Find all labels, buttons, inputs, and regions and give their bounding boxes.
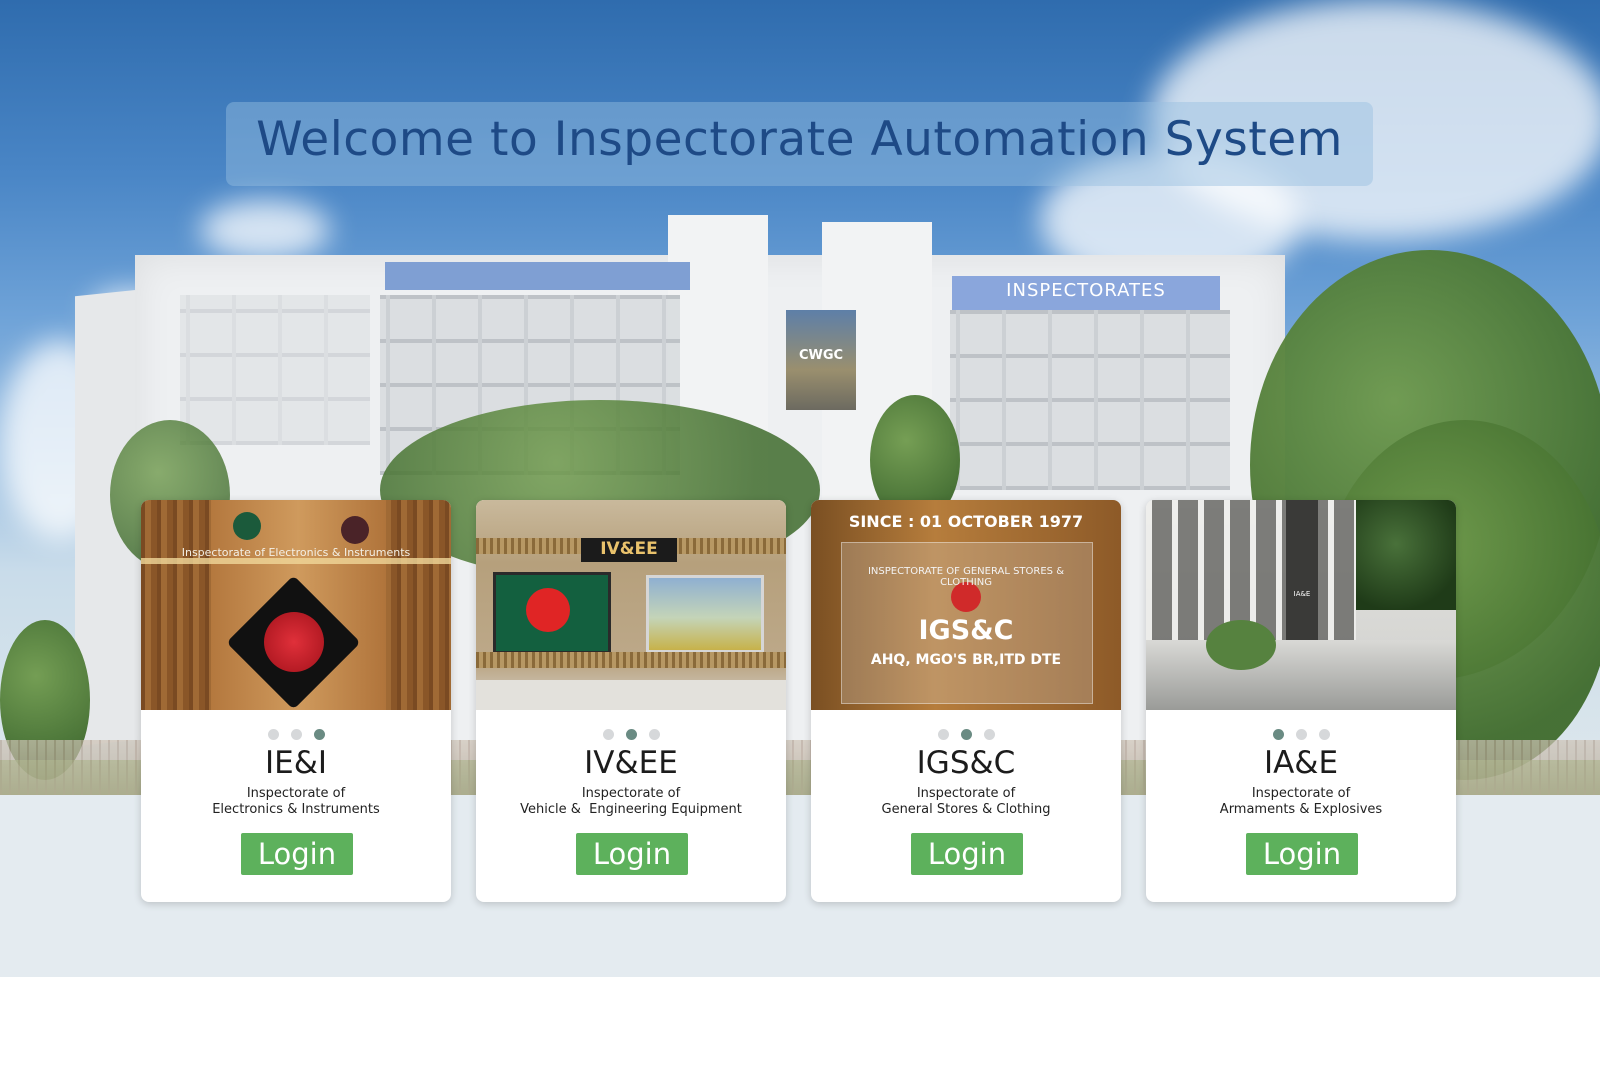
login-button-iae[interactable]: Login xyxy=(1246,833,1358,875)
card-title: IE&I xyxy=(264,745,328,781)
login-button-igsc[interactable]: Login xyxy=(911,833,1023,875)
carousel-dot[interactable] xyxy=(602,729,614,740)
card-description: Inspectorate of Electronics & Instrument… xyxy=(141,786,451,818)
carousel-dot[interactable] xyxy=(290,729,302,740)
carousel-dot[interactable] xyxy=(1318,729,1330,740)
carousel-dot-active[interactable] xyxy=(960,729,972,740)
card-image-igsc: SINCE : 01 OCTOBER 1977 INSPECTORATE OF … xyxy=(811,500,1121,710)
card-igsc: SINCE : 01 OCTOBER 1977 INSPECTORATE OF … xyxy=(811,500,1121,902)
card-desc-line2: Electronics & Instruments xyxy=(212,802,380,817)
card-desc-line2: Armaments & Explosives xyxy=(1219,802,1383,817)
building-sign: INSPECTORATES xyxy=(1006,280,1166,301)
carousel-dots xyxy=(1146,725,1456,744)
carousel-dot[interactable] xyxy=(1295,729,1307,740)
image-sign-text: IV&EE xyxy=(600,539,658,559)
card-desc-line1: Inspectorate of xyxy=(916,786,1016,801)
card-image-ivee: IV&EE xyxy=(476,500,786,710)
image-since-text: SINCE : 01 OCTOBER 1977 xyxy=(848,512,1084,531)
carousel-dot[interactable] xyxy=(937,729,949,740)
card-desc-line1: Inspectorate of xyxy=(246,786,346,801)
image-sub-text: AHQ, MGO'S BR,ITD DTE xyxy=(870,652,1062,668)
mural-label: CWGC xyxy=(798,348,844,363)
card-iei: Inspectorate of Electronics & Instrument… xyxy=(141,500,451,902)
carousel-dot[interactable] xyxy=(648,729,660,740)
login-button-iei[interactable]: Login xyxy=(241,833,353,875)
carousel-dot-active[interactable] xyxy=(1272,729,1284,740)
emblem-icon xyxy=(341,516,369,544)
card-title: IGS&C xyxy=(916,745,1016,781)
card-image-iae: IA&E xyxy=(1146,500,1456,710)
carousel-dots xyxy=(476,725,786,744)
card-iae: IA&E IA&E Inspectorate of Armaments & Ex… xyxy=(1146,500,1456,902)
carousel-dot[interactable] xyxy=(983,729,995,740)
card-image-iei: Inspectorate of Electronics & Instrument… xyxy=(141,500,451,710)
carousel-dots xyxy=(141,725,451,744)
card-title: IV&EE xyxy=(584,745,678,781)
helicopter-picture xyxy=(646,575,764,653)
emblem-icon xyxy=(233,512,261,540)
carousel-dot-active[interactable] xyxy=(625,729,637,740)
card-desc-line1: Inspectorate of xyxy=(1251,786,1351,801)
carousel-dots xyxy=(811,725,1121,744)
card-description: Inspectorate of Vehicle & Engineering Eq… xyxy=(476,786,786,818)
image-sign-text: IA&E xyxy=(1293,590,1311,598)
card-ivee: IV&EE IV&EE Inspectorate of Vehicle & En… xyxy=(476,500,786,902)
card-desc-line1: Inspectorate of xyxy=(581,786,681,801)
image-arc-text: INSPECTORATE OF GENERAL STORES & CLOTHIN… xyxy=(867,566,1065,588)
carousel-dot-active[interactable] xyxy=(313,729,325,740)
card-desc-line2: General Stores & Clothing xyxy=(881,802,1051,817)
page-title: Welcome to Inspectorate Automation Syste… xyxy=(256,112,1343,167)
image-big-text: IGS&C xyxy=(918,615,1014,646)
card-title: IA&E xyxy=(1263,745,1339,781)
card-desc-line2: Vehicle & Engineering Equipment xyxy=(520,802,742,817)
carousel-dot[interactable] xyxy=(267,729,279,740)
card-description: Inspectorate of General Stores & Clothin… xyxy=(811,786,1121,818)
login-button-ivee[interactable]: Login xyxy=(576,833,688,875)
card-description: Inspectorate of Armaments & Explosives xyxy=(1146,786,1456,818)
